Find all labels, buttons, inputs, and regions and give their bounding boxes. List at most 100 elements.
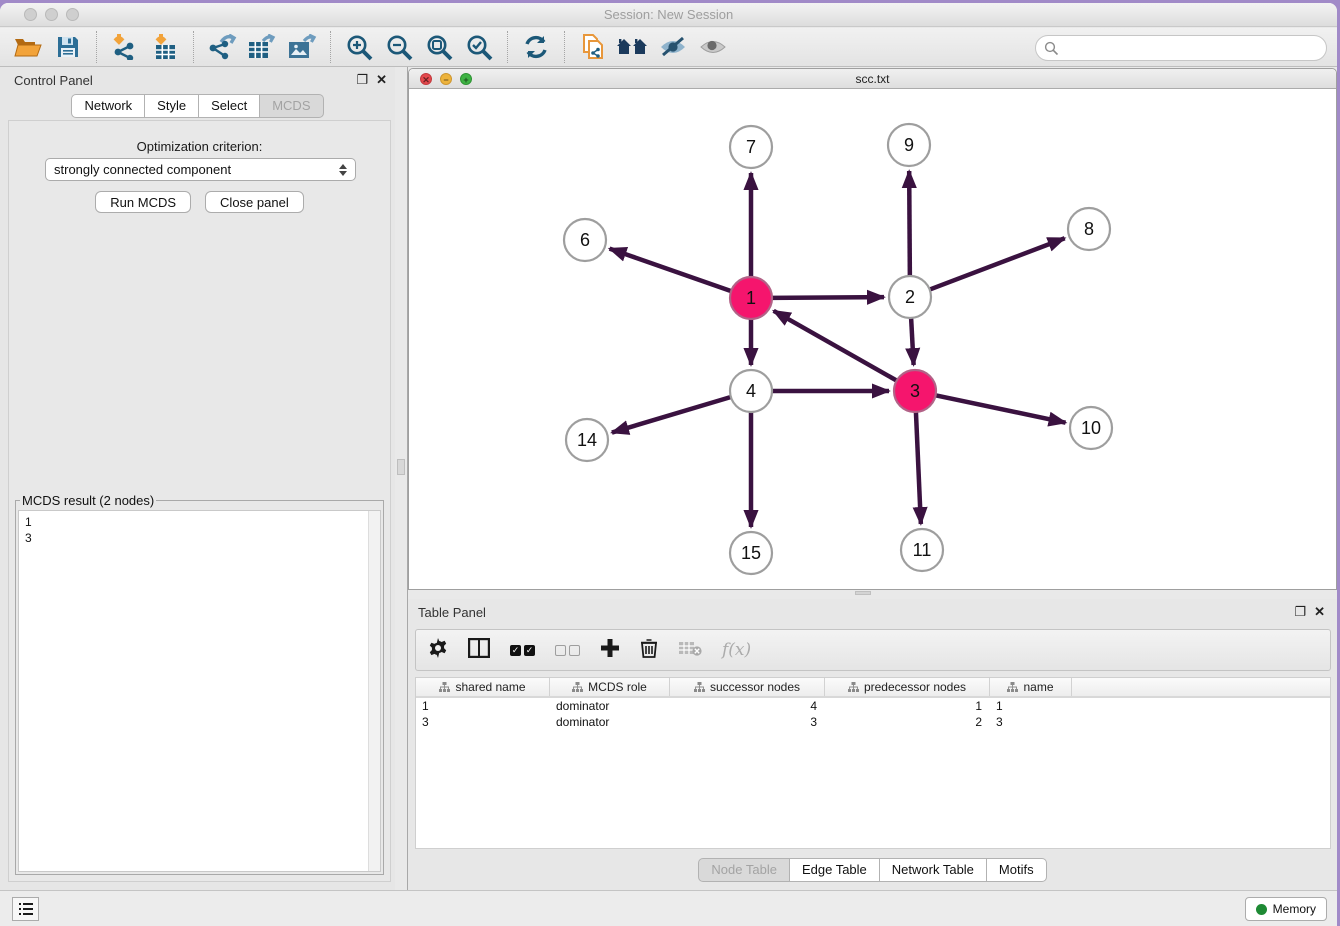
home-view-button[interactable]: [616, 31, 650, 63]
table-icon: [249, 42, 268, 58]
show-all-button[interactable]: [696, 31, 730, 63]
network-window-titlebar[interactable]: ✕ − + scc.txt: [409, 69, 1336, 89]
memory-button[interactable]: Memory: [1245, 897, 1327, 921]
mcds-result-list[interactable]: 13: [18, 510, 381, 872]
run-mcds-button[interactable]: Run MCDS: [95, 191, 191, 213]
float-table-panel-icon[interactable]: ❐: [1294, 604, 1306, 620]
edge-2-8[interactable]: [930, 238, 1065, 289]
columns-icon: [468, 638, 490, 658]
vertical-splitter[interactable]: [395, 67, 408, 890]
zoom-in-button[interactable]: [342, 31, 376, 63]
close-panel-icon[interactable]: ✕: [376, 72, 387, 88]
splitter-grip[interactable]: [397, 459, 405, 475]
tab-motifs[interactable]: Motifs: [987, 858, 1047, 882]
zoom-fit-button[interactable]: [422, 31, 456, 63]
table-panel: Table Panel ❐ ✕ ✓✓ f(x) shared nameMCDS …: [408, 599, 1337, 890]
hierarchy-icon: [439, 682, 450, 693]
eye-icon: [699, 36, 727, 58]
hierarchy-icon: [1007, 682, 1018, 693]
close-table-panel-icon[interactable]: ✕: [1314, 604, 1325, 620]
tab-mcds[interactable]: MCDS: [260, 94, 323, 118]
save-session-button[interactable]: [51, 31, 85, 63]
table-cell[interactable]: 1: [416, 698, 550, 714]
table-cell[interactable]: dominator: [550, 714, 670, 730]
table-cell[interactable]: 1: [825, 698, 990, 714]
hide-selected-button[interactable]: [656, 31, 690, 63]
search-input[interactable]: [1059, 41, 1326, 56]
search-field[interactable]: [1035, 35, 1327, 61]
tab-network-table[interactable]: Network Table: [880, 858, 987, 882]
select-all-columns-button[interactable]: ✓✓: [510, 645, 535, 656]
table-cell[interactable]: 4: [670, 698, 825, 714]
edge-3-10[interactable]: [936, 395, 1066, 422]
result-scrollbar[interactable]: [368, 511, 380, 871]
tab-style[interactable]: Style: [145, 94, 199, 118]
export-image-button[interactable]: [285, 31, 319, 63]
table-cell[interactable]: 2: [825, 714, 990, 730]
toolbar-separator: [193, 31, 194, 63]
import-arrow-icon: [157, 34, 165, 42]
node-table[interactable]: shared nameMCDS rolesuccessor nodesprede…: [415, 677, 1331, 849]
column-header-MCDS-role[interactable]: MCDS role: [550, 678, 670, 696]
edge-2-3[interactable]: [911, 318, 914, 365]
network-graph-canvas[interactable]: 7968124314101511: [409, 89, 1336, 589]
function-builder-button[interactable]: f(x): [722, 640, 751, 660]
zoom-selected-button[interactable]: [462, 31, 496, 63]
add-column-button[interactable]: [600, 638, 620, 663]
import-table-button[interactable]: [148, 31, 182, 63]
edge-1-6[interactable]: [610, 249, 732, 291]
column-header-successor-nodes[interactable]: successor nodes: [670, 678, 825, 696]
table-row[interactable]: 1dominator411: [416, 698, 1330, 714]
status-bar: Memory: [0, 890, 1337, 926]
edge-2-9[interactable]: [909, 171, 910, 276]
float-panel-icon[interactable]: ❐: [356, 72, 368, 88]
close-panel-button[interactable]: Close panel: [205, 191, 304, 213]
tab-network[interactable]: Network: [71, 94, 145, 118]
export-arrow-icon: [263, 35, 273, 42]
table-header-row: shared nameMCDS rolesuccessor nodesprede…: [416, 678, 1330, 698]
deselect-all-columns-button[interactable]: [555, 645, 580, 656]
optimization-criterion-select[interactable]: strongly connected component: [45, 158, 356, 181]
delete-column-button[interactable]: [640, 638, 658, 663]
toolbar-separator: [507, 31, 508, 63]
column-layout-button[interactable]: [468, 638, 490, 663]
column-header-name[interactable]: name: [990, 678, 1072, 696]
refresh-view-button[interactable]: [519, 31, 553, 63]
table-row[interactable]: 3dominator323: [416, 714, 1330, 730]
export-table-button[interactable]: [245, 31, 279, 63]
table-cell[interactable]: dominator: [550, 698, 670, 714]
delete-table-button[interactable]: [678, 639, 702, 662]
import-network-button[interactable]: [108, 31, 142, 63]
horizontal-splitter-grip[interactable]: [855, 591, 871, 595]
export-network-button[interactable]: [205, 31, 239, 63]
zoom-fit-icon: [428, 36, 444, 52]
task-history-button[interactable]: [12, 897, 39, 921]
refresh-icon: [523, 34, 549, 60]
toolbar-separator: [330, 31, 331, 63]
zoom-out-button[interactable]: [382, 31, 416, 63]
tab-node-table[interactable]: Node Table: [698, 858, 790, 882]
edge-3-1[interactable]: [774, 311, 897, 381]
column-header-shared-name[interactable]: shared name: [416, 678, 550, 696]
edge-1-2[interactable]: [772, 297, 884, 298]
table-cell[interactable]: 3: [670, 714, 825, 730]
table-cell[interactable]: 3: [990, 714, 1072, 730]
mcds-result-item[interactable]: 1: [25, 514, 374, 530]
edge-4-14[interactable]: [612, 397, 731, 433]
column-header-predecessor-nodes[interactable]: predecessor nodes: [825, 678, 990, 696]
edge-3-11[interactable]: [916, 412, 921, 524]
node-label-11: 11: [913, 540, 932, 560]
dropdown-stepper-icon: [339, 164, 347, 176]
table-cell[interactable]: 3: [416, 714, 550, 730]
app-window: Session: New Session: [0, 3, 1337, 926]
mcds-result-item[interactable]: 3: [25, 530, 374, 546]
open-file-button[interactable]: [11, 31, 45, 63]
table-cell[interactable]: 1: [990, 698, 1072, 714]
duplicate-network-button[interactable]: [576, 31, 610, 63]
table-settings-button[interactable]: [428, 638, 448, 663]
tab-select[interactable]: Select: [199, 94, 260, 118]
node-label-4: 4: [746, 381, 756, 401]
control-panel-title: Control Panel: [14, 73, 93, 88]
optimization-criterion-label: Optimization criterion:: [9, 139, 390, 154]
tab-edge-table[interactable]: Edge Table: [790, 858, 880, 882]
